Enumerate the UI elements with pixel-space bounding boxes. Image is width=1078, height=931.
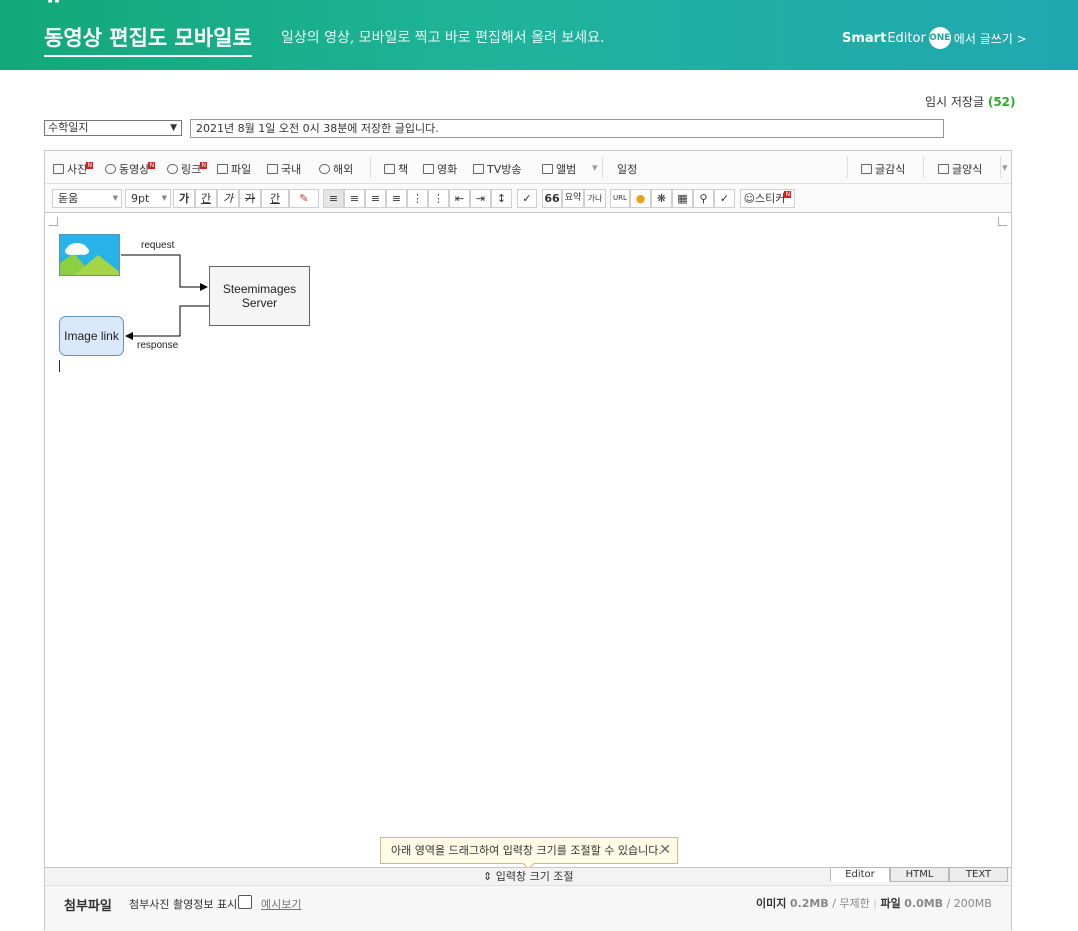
file-quota-label: 파일: [880, 897, 901, 910]
response-arrow: [125, 305, 209, 340]
diagram-connectors: [121, 254, 209, 340]
close-icon[interactable]: ✕: [659, 838, 671, 863]
resize-label[interactable]: ⇕ 입력창 크기 조절: [483, 868, 574, 884]
tab-editor[interactable]: Editor: [830, 867, 890, 882]
attachment-quota: 이미지 0.2MB / 무제한 | 파일 0.0MB / 200MB: [756, 897, 992, 910]
exif-label: 첨부사진 촬영정보 표시: [129, 898, 238, 911]
exif-checkbox[interactable]: [238, 895, 252, 909]
request-label: request: [141, 240, 175, 251]
server-label-line2: Server: [241, 296, 278, 310]
response-label: response: [137, 340, 179, 351]
sample-link[interactable]: 예시보기: [261, 896, 301, 912]
image-link-node[interactable]: Image link: [59, 316, 124, 356]
image-quota-label: 이미지: [756, 897, 787, 910]
file-quota-limit: 200MB: [953, 897, 992, 910]
server-node[interactable]: Steemimages Server: [209, 266, 310, 326]
text-caret: [59, 360, 60, 372]
tab-html[interactable]: HTML: [890, 867, 949, 882]
attachment-title: 첨부파일: [64, 899, 112, 914]
image-quota-value: 0.2MB: [789, 897, 829, 910]
request-arrow: [121, 254, 208, 291]
tooltip-text: 아래 영역을 드래그하여 입력창 크기를 조절할 수 있습니다.: [391, 844, 662, 857]
updown-icon: ⇕: [483, 870, 496, 883]
resize-tooltip: 아래 영역을 드래그하여 입력창 크기를 조절할 수 있습니다. ✕: [380, 837, 678, 870]
file-quota-value: 0.0MB: [904, 897, 944, 910]
tab-text[interactable]: TEXT: [949, 867, 1008, 882]
server-label-line1: Steemimages: [222, 282, 297, 296]
image-quota-limit: 무제한: [839, 897, 870, 910]
